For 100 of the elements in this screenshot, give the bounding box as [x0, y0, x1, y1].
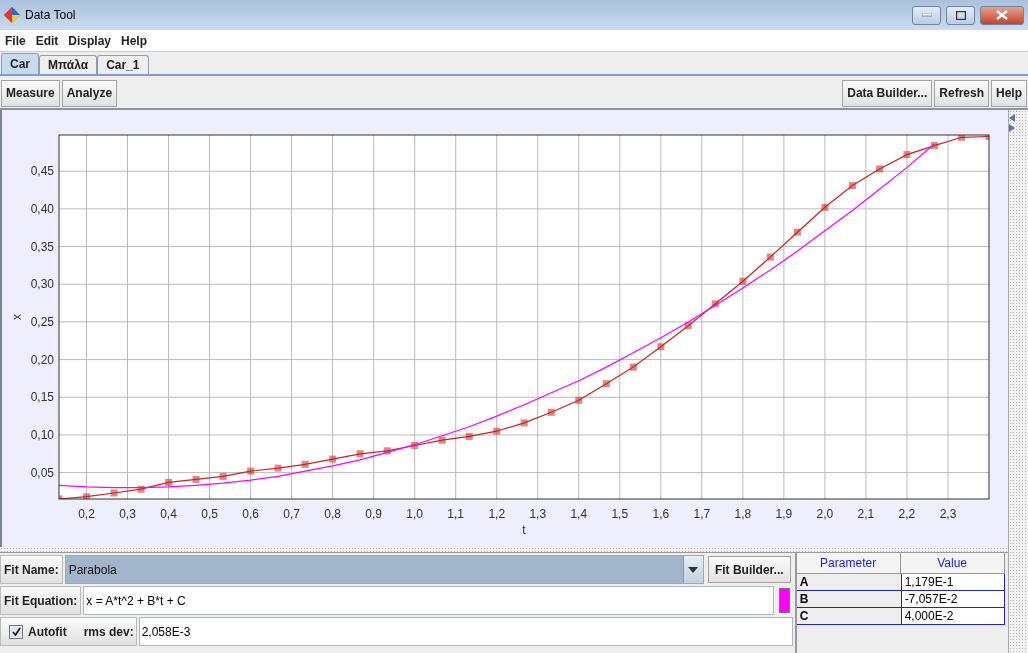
column-header[interactable]: Value: [900, 553, 1005, 574]
data-point: [219, 472, 227, 480]
rms-dev-label: rms dev:: [83, 624, 134, 639]
data-point: [411, 442, 419, 449]
toolbar-button[interactable]: Refresh: [934, 79, 989, 107]
app-logo-icon: [4, 7, 20, 23]
data-point: [684, 322, 692, 330]
tab[interactable]: Μπάλα: [39, 55, 98, 74]
x-tick-label: 0,7: [283, 507, 300, 521]
fit-equation-field[interactable]: x = A*t^2 + B*t + C: [83, 586, 774, 615]
fit-builder-button[interactable]: Fit Builder...: [707, 556, 791, 583]
tab[interactable]: Car: [1, 53, 39, 74]
x-tick-label: 0,3: [119, 507, 136, 521]
y-tick-label: 0,40: [30, 201, 54, 216]
toolbar-button[interactable]: Data Builder...: [842, 79, 933, 107]
toolbar-button[interactable]: Analyze: [61, 79, 118, 107]
column-header[interactable]: Parameter: [796, 553, 901, 574]
data-point: [575, 396, 583, 404]
data-point: [110, 489, 118, 497]
data-point: [137, 485, 145, 493]
minimize-button[interactable]: [912, 5, 941, 25]
tab[interactable]: Car_1: [97, 55, 149, 74]
x-tick-label: 0,5: [201, 507, 218, 521]
x-tick-label: 1,4: [570, 507, 588, 521]
y-tick-label: 0,15: [30, 390, 54, 405]
autofit-label: Autofit: [28, 624, 67, 639]
close-button[interactable]: [980, 5, 1024, 25]
data-point: [383, 447, 391, 455]
x-tick-label: 2,0: [816, 507, 834, 521]
data-point: [247, 467, 255, 475]
caret-icon: [688, 566, 699, 573]
x-tick-label: 0,8: [324, 507, 341, 521]
data-point: [903, 151, 911, 159]
data-point: [59, 495, 63, 499]
data-point: [848, 182, 856, 189]
x-tick-label: 2,1: [857, 507, 875, 521]
data-point: [657, 343, 665, 351]
fit-name-label: Fit Name:: [0, 555, 63, 584]
toolbar-button[interactable]: Help: [991, 79, 1027, 107]
x-tick-label: 0,9: [365, 507, 382, 521]
x-axis-label: t: [522, 523, 526, 537]
x-tick-label: 1,1: [447, 507, 465, 521]
x-tick-label: 1,7: [693, 507, 711, 521]
y-tick-label: 0,25: [30, 314, 54, 329]
parameter-value-cell[interactable]: 4,000E-2: [900, 608, 1005, 625]
data-point: [602, 380, 610, 388]
data-point: [356, 450, 364, 458]
x-tick-label: 0,6: [242, 507, 259, 521]
x-tick-label: 2,2: [898, 507, 916, 521]
data-point: [465, 432, 473, 440]
close-icon: [996, 10, 1008, 20]
rms-dev-field[interactable]: 2,058E-3: [138, 617, 793, 646]
data-point: [329, 455, 337, 463]
data-point: [985, 135, 989, 140]
x-tick-label: 0,2: [78, 507, 95, 521]
x-tick-label: 2,3: [939, 507, 957, 521]
window-title: Data Tool: [25, 8, 77, 22]
parameter-value-cell[interactable]: -7,057E-2: [900, 591, 1005, 608]
fit-name-dropdown[interactable]: Parabola: [64, 555, 704, 584]
x-tick-label: 1,0: [406, 507, 423, 521]
menu-item[interactable]: Display: [63, 33, 117, 48]
parameter-value-cell[interactable]: 1,179E-1: [900, 574, 1005, 591]
data-point: [930, 142, 938, 150]
menu-item[interactable]: Edit: [30, 33, 64, 48]
data-point: [739, 277, 747, 285]
fit-color-swatch[interactable]: [778, 588, 790, 613]
menu-item[interactable]: File: [0, 33, 31, 48]
maximize-icon: [955, 10, 966, 20]
data-point: [83, 493, 90, 499]
x-tick-label: 1,8: [734, 507, 752, 521]
data-point: [274, 464, 282, 472]
data-point: [165, 478, 173, 486]
data-point: [766, 253, 774, 261]
toolbar-button[interactable]: Measure: [1, 79, 60, 107]
x-tick-label: 1,6: [652, 507, 670, 521]
data-point: [547, 408, 555, 416]
autofit-checkbox[interactable]: Autofit rms dev:: [0, 617, 137, 646]
checkbox[interactable]: [9, 624, 23, 639]
data-point: [958, 135, 965, 141]
data-point: [793, 228, 801, 236]
data-point: [192, 475, 200, 483]
maximize-button[interactable]: [946, 5, 975, 25]
menu-item[interactable]: Help: [116, 33, 153, 48]
data-point: [875, 165, 883, 173]
parameter-name-cell: B: [796, 591, 901, 608]
x-tick-label: 1,9: [775, 507, 793, 521]
data-point: [629, 363, 637, 371]
y-tick-label: 0,30: [30, 277, 54, 292]
data-point: [493, 427, 501, 435]
data-point: [438, 436, 446, 444]
x-tick-label: 1,2: [488, 507, 506, 521]
dropdown-arrow-button[interactable]: [682, 556, 703, 583]
x-tick-label: 1,5: [611, 507, 629, 521]
y-tick-label: 0,35: [30, 239, 54, 254]
y-tick-label: 0,20: [30, 352, 54, 367]
fit-name-value: Parabola: [67, 561, 118, 579]
data-point: [301, 460, 309, 468]
x-tick-label: 1,3: [529, 507, 547, 521]
y-tick-label: 0,05: [30, 465, 54, 480]
y-tick-label: 0,10: [30, 427, 54, 442]
